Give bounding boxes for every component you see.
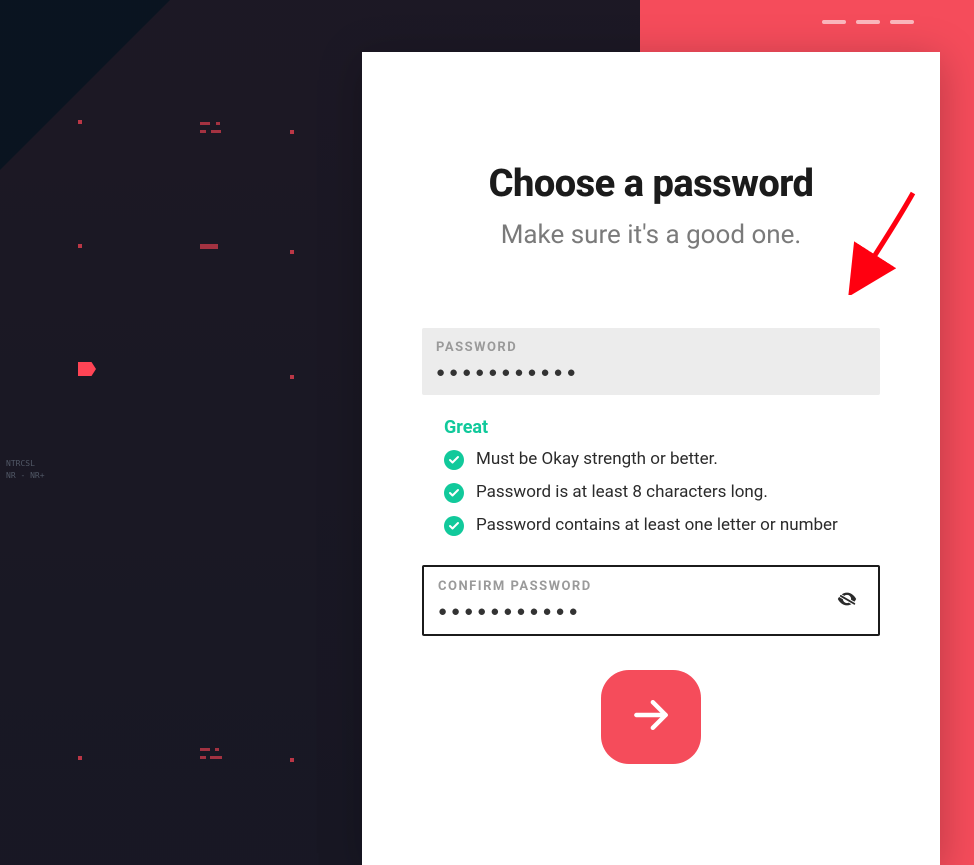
password-rule-text: Password contains at least one letter or… — [476, 514, 838, 537]
progress-segment — [856, 20, 880, 24]
page-title: Choose a password — [422, 162, 880, 206]
page-subtitle: Make sure it's a good one. — [422, 220, 880, 250]
check-icon — [444, 516, 464, 536]
password-rule: Must be Okay strength or better. — [444, 448, 880, 471]
next-button[interactable] — [601, 670, 701, 764]
progress-segment — [822, 20, 846, 24]
password-strength-block: Great Must be Okay strength or better. P… — [422, 417, 880, 537]
check-icon — [444, 483, 464, 503]
password-rule: Password contains at least one letter or… — [444, 514, 880, 537]
check-icon — [444, 450, 464, 470]
confirm-password-input[interactable] — [438, 602, 824, 620]
password-form-card: Choose a password Make sure it's a good … — [362, 52, 940, 865]
password-rule: Password is at least 8 characters long. — [444, 481, 880, 504]
password-input[interactable] — [436, 363, 866, 381]
strength-label: Great — [444, 417, 880, 438]
progress-indicator — [822, 20, 914, 24]
progress-segment — [890, 20, 914, 24]
arrow-right-icon — [629, 693, 673, 740]
confirm-password-field[interactable]: CONFIRM PASSWORD — [422, 565, 880, 636]
password-label: PASSWORD — [436, 340, 866, 355]
password-rule-text: Password is at least 8 characters long. — [476, 481, 768, 504]
toggle-password-visibility-button[interactable] — [832, 588, 862, 612]
eye-off-icon — [833, 588, 861, 613]
confirm-password-label: CONFIRM PASSWORD — [438, 579, 864, 594]
password-field[interactable]: PASSWORD — [422, 328, 880, 395]
password-rule-text: Must be Okay strength or better. — [476, 448, 718, 471]
